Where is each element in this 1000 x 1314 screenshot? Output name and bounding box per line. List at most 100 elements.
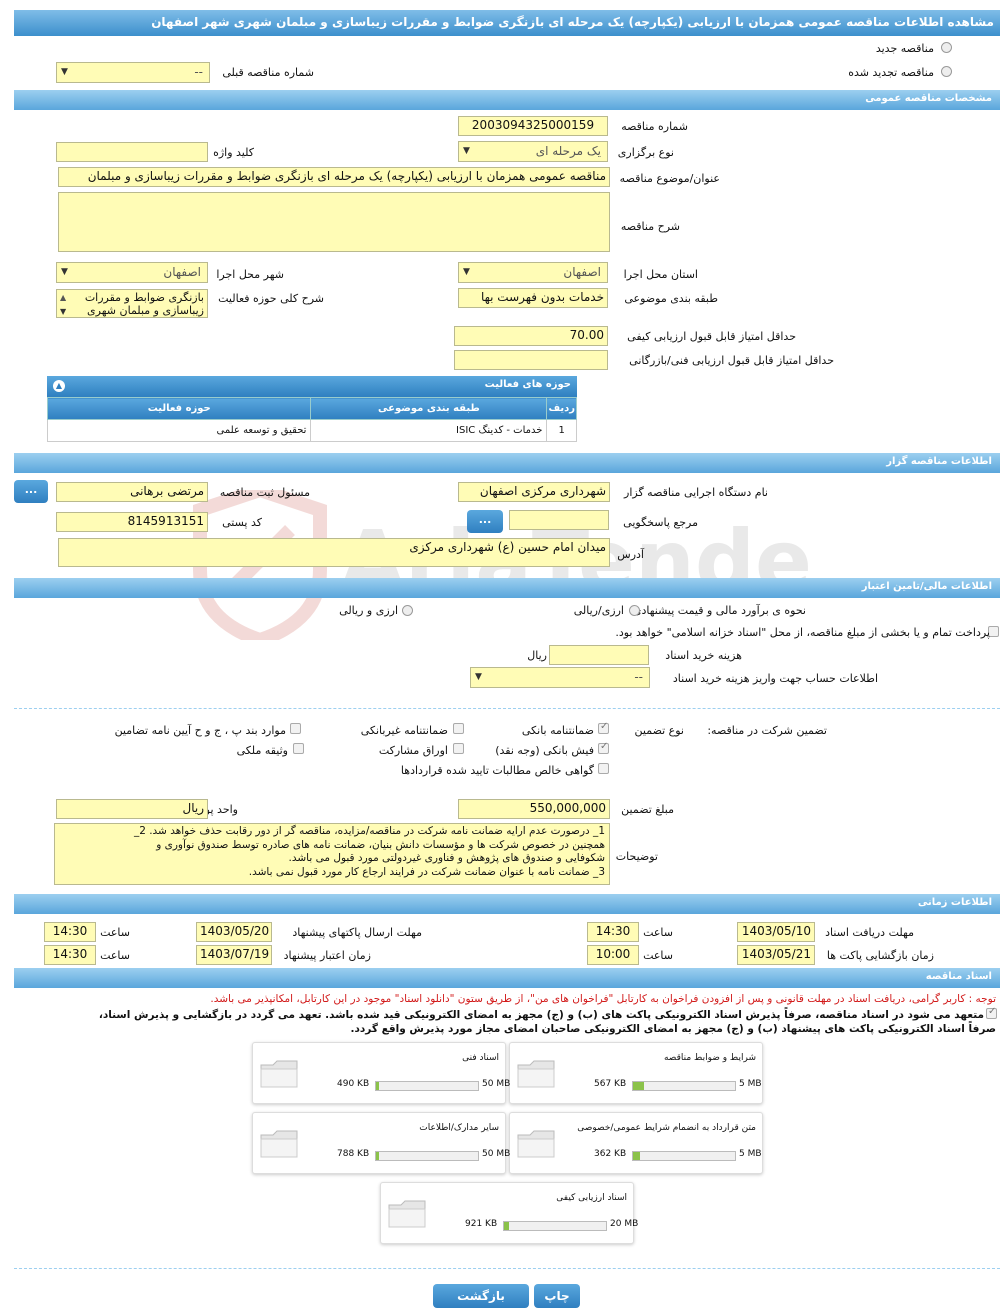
column-header: حوزه فعالیت xyxy=(46,397,312,420)
file-size: 362 KB xyxy=(594,1149,627,1159)
province-label: استان محل اجرا xyxy=(623,268,698,281)
address-label: آدرس xyxy=(617,548,644,561)
chevron-down-icon: ▼ xyxy=(475,672,482,682)
g-claims-checkbox[interactable] xyxy=(598,763,609,774)
file-progress xyxy=(375,1081,479,1091)
table-cell: تحقیق و توسعه علمی xyxy=(46,419,312,442)
rial-fx-label: ارزی/ریالی xyxy=(573,604,624,617)
g-bonds-checkbox[interactable] xyxy=(453,743,464,754)
file-progress xyxy=(375,1151,479,1161)
ref-label: مرجع پاسخگویی xyxy=(623,516,698,529)
file-card[interactable]: متن قرارداد به انضمام شرایط عمومی/خصوصی … xyxy=(509,1112,763,1174)
g-nonbank-checkbox[interactable] xyxy=(453,723,464,734)
doc-cost-field xyxy=(549,645,649,665)
docs-notice: توجه : کاربر گرامی، دریافت اسناد در مهلت… xyxy=(210,993,996,1005)
postal-field: 8145913151 xyxy=(56,512,208,532)
g-bylaw-label: موارد بند پ ، ج و ح آیین نامه تضامین xyxy=(114,724,286,737)
ref-more-button[interactable]: ... xyxy=(467,510,503,533)
chevron-down-icon: ▼ xyxy=(61,67,68,77)
g-property-checkbox[interactable] xyxy=(293,743,304,754)
doc-cost-unit: ریال xyxy=(527,649,547,662)
g-bylaw-checkbox[interactable] xyxy=(290,723,301,734)
file-name: متن قرارداد به انضمام شرایط عمومی/خصوصی xyxy=(577,1123,756,1133)
section-timing: اطلاعات زمانی xyxy=(14,894,1000,914)
officer-label: مسئول ثبت مناقصه xyxy=(219,486,310,499)
chevron-down-icon: ▼ xyxy=(61,267,68,277)
g-cheque-label: فیش بانکی (وجه نقد) xyxy=(495,744,594,757)
fx-and-rial-radio[interactable] xyxy=(402,605,413,616)
send-time: 14:30 xyxy=(44,922,96,942)
table-cell: 1 xyxy=(546,419,577,442)
desc-label: شرح مناقصه xyxy=(620,220,680,233)
time-label: ساعت xyxy=(100,926,130,939)
account-select[interactable]: -- ▼ xyxy=(470,667,650,688)
doc-receive-time: 14:30 xyxy=(587,922,639,942)
file-name: اسناد فنی xyxy=(462,1053,499,1063)
activity-table: ردیف طبقه بندی موضوعی حوزه فعالیت 1 خدما… xyxy=(46,397,577,442)
file-card[interactable]: اسناد فنی 490 KB 50 MB xyxy=(252,1042,510,1104)
g-bank-label: ضمانتنامه بانکی xyxy=(521,724,594,737)
file-progress xyxy=(632,1081,736,1091)
open-label: زمان بازگشایی پاکت ها xyxy=(826,949,934,962)
open-time: 10:00 xyxy=(587,945,639,965)
doc-cost-label: هزینه خرید اسناد xyxy=(665,649,742,662)
ref-field xyxy=(509,510,609,530)
g-bank-checkbox[interactable] xyxy=(598,721,609,734)
file-size: 490 KB xyxy=(337,1079,370,1089)
valid-date: 1403/07/19 xyxy=(196,945,272,965)
g-bonds-label: اوراق مشارکت xyxy=(378,744,448,757)
subject-label: عنوان/موضوع مناقصه xyxy=(619,172,720,185)
send-label: مهلت ارسال پاکتهای پیشنهاد xyxy=(292,926,422,939)
prev-tender-select[interactable]: -- ▼ xyxy=(56,62,210,83)
commit-text-1: متعهد می شود در اسناد مناقصه، صرفاً پذیر… xyxy=(98,1009,984,1021)
commit-checkbox[interactable] xyxy=(986,1006,997,1019)
postal-label: کد پستی xyxy=(222,516,262,529)
table-row: 1 خدمات - کدینگ ISIC تحقیق و توسعه علمی xyxy=(46,419,577,442)
keyword-field[interactable] xyxy=(56,142,208,162)
new-tender-radio[interactable] xyxy=(941,42,952,53)
city-select[interactable]: اصفهان ▼ xyxy=(56,262,208,283)
tender-no-field: 2003094325000159 xyxy=(458,116,608,136)
chevron-down-icon: ▼ xyxy=(463,267,470,277)
file-progress-fill xyxy=(633,1082,645,1090)
g-nonbank-label: ضمانتنامه غیربانکی xyxy=(360,724,448,737)
org-label: نام دستگاه اجرایی مناقصه گزار xyxy=(624,486,768,499)
notes-field: 1_ درصورت عدم ارایه ضمانت نامه شرکت در م… xyxy=(54,823,610,885)
g-property-label: وثیقه ملکی xyxy=(236,744,288,757)
scope-label: شرح کلی حوزه فعالیت xyxy=(218,292,324,305)
valid-label: زمان اعتبار پیشنهاد xyxy=(283,949,371,962)
desc-field xyxy=(58,192,610,252)
chevron-down-icon: ▼ xyxy=(463,146,470,156)
amount-label: مبلغ تضمین xyxy=(621,803,674,816)
file-card[interactable]: سایر مدارک/اطلاعات 788 KB 50 MB xyxy=(252,1112,510,1174)
min-tech-field xyxy=(454,350,608,370)
scroll-down-icon[interactable]: ▼ xyxy=(60,305,66,317)
print-button[interactable]: چاپ xyxy=(534,1284,580,1308)
scroll-up-icon[interactable]: ▲ xyxy=(60,291,66,304)
rial-fx-radio[interactable] xyxy=(629,605,640,616)
commit-text-2: صرفاً اسناد الکترونیکی پاکت های پیشنهاد … xyxy=(350,1023,996,1035)
estimate-label: نحوه ی برآورد مالی و قیمت پیشنهادی xyxy=(632,604,806,617)
renewed-tender-radio[interactable] xyxy=(941,66,952,77)
officer-more-button[interactable]: ... xyxy=(14,480,48,503)
time-label: ساعت xyxy=(100,949,130,962)
amount-field: 550,000,000 xyxy=(458,799,610,819)
column-header: طبقه بندی موضوعی xyxy=(310,397,548,420)
collapse-icon[interactable]: ▲ xyxy=(53,380,65,392)
file-card[interactable]: شرایط و ضوابط مناقصه 567 KB 5 MB xyxy=(509,1042,763,1104)
type-select[interactable]: یک مرحله ای ▼ xyxy=(458,141,608,162)
folder-icon xyxy=(517,1060,555,1088)
table-header-row: ردیف طبقه بندی موضوعی حوزه فعالیت xyxy=(46,397,577,420)
section-general: مشخصات مناقصه عمومی xyxy=(14,90,1000,110)
file-card[interactable]: اسناد ارزیابی کیفی 921 KB 20 MB xyxy=(380,1182,638,1244)
province-select[interactable]: اصفهان ▼ xyxy=(458,262,608,283)
type-label: نوع برگزاری xyxy=(617,146,674,159)
time-label: ساعت xyxy=(643,926,673,939)
file-max: 5 MB xyxy=(739,1149,762,1159)
file-progress-fill xyxy=(376,1082,380,1090)
treasury-label: پرداخت تمام و یا بخشی از مبلغ مناقصه، از… xyxy=(615,626,990,639)
g-cheque-checkbox[interactable] xyxy=(598,741,609,754)
back-button[interactable]: بازگشت xyxy=(433,1284,529,1308)
file-size: 567 KB xyxy=(594,1079,627,1089)
folder-icon xyxy=(260,1130,298,1158)
